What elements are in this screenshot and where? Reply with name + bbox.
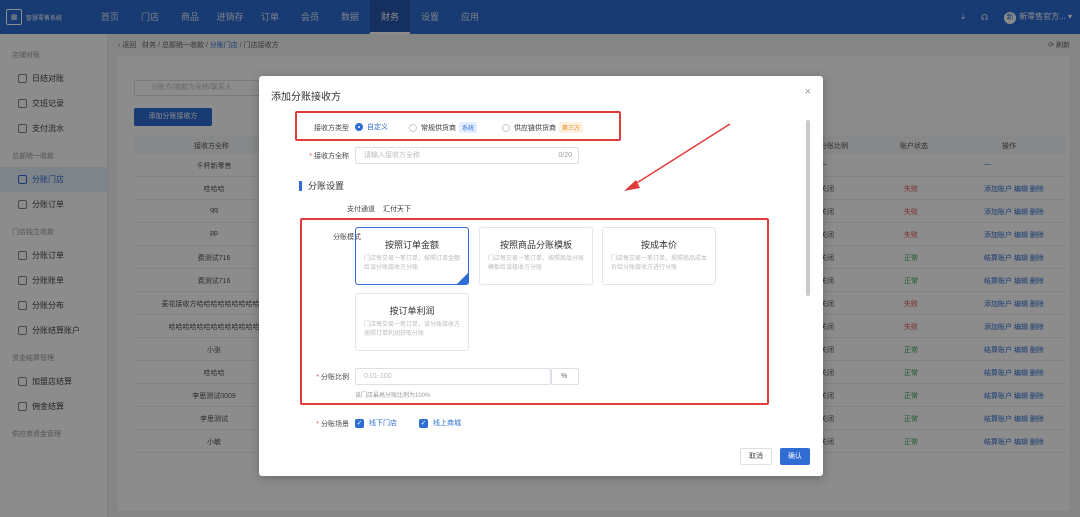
annotation-arrow (624, 123, 731, 191)
